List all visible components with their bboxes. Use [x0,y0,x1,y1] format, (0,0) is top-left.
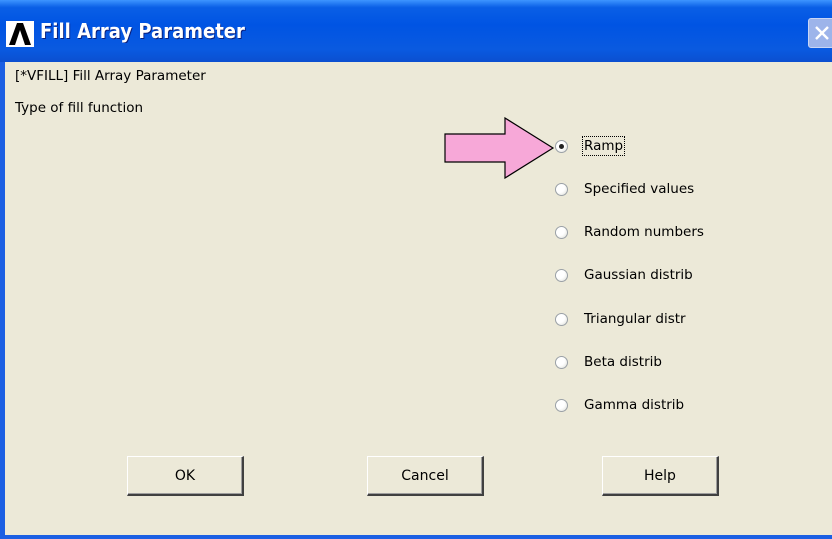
radio-selected-dot [559,144,564,149]
radio-button[interactable] [555,269,568,282]
close-button[interactable] [808,18,832,48]
title-bar[interactable]: Fill Array Parameter [0,0,832,62]
radio-button[interactable] [555,399,568,412]
radio-button[interactable] [555,313,568,326]
help-button[interactable]: Help [602,456,719,496]
radio-label[interactable]: Gamma distrib [584,397,684,413]
ok-button[interactable]: OK [127,456,244,496]
dialog-body: [*VFILL] Fill Array Parameter Type of fi… [5,62,832,535]
radio-label[interactable]: Specified values [584,181,694,197]
prompt-label: Type of fill function [15,100,144,116]
radio-label[interactable]: Gaussian distrib [584,267,693,283]
cancel-button[interactable]: Cancel [367,456,484,496]
close-icon [815,26,829,40]
radio-button[interactable] [555,226,568,239]
ansys-logo-icon [6,21,34,47]
radio-button[interactable] [555,183,568,196]
radio-label[interactable]: Triangular distr [584,311,686,327]
pink-arrow-icon [444,117,555,179]
radio-button[interactable] [555,356,568,369]
window-title: Fill Array Parameter [40,19,245,43]
radio-label[interactable]: Ramp [581,136,626,156]
command-label: [*VFILL] Fill Array Parameter [15,68,206,84]
radio-button[interactable] [555,140,568,153]
radio-label[interactable]: Beta distrib [584,354,662,370]
dialog-window: Fill Array Parameter [*VFILL] Fill Array… [0,0,832,539]
radio-label[interactable]: Random numbers [584,224,704,240]
